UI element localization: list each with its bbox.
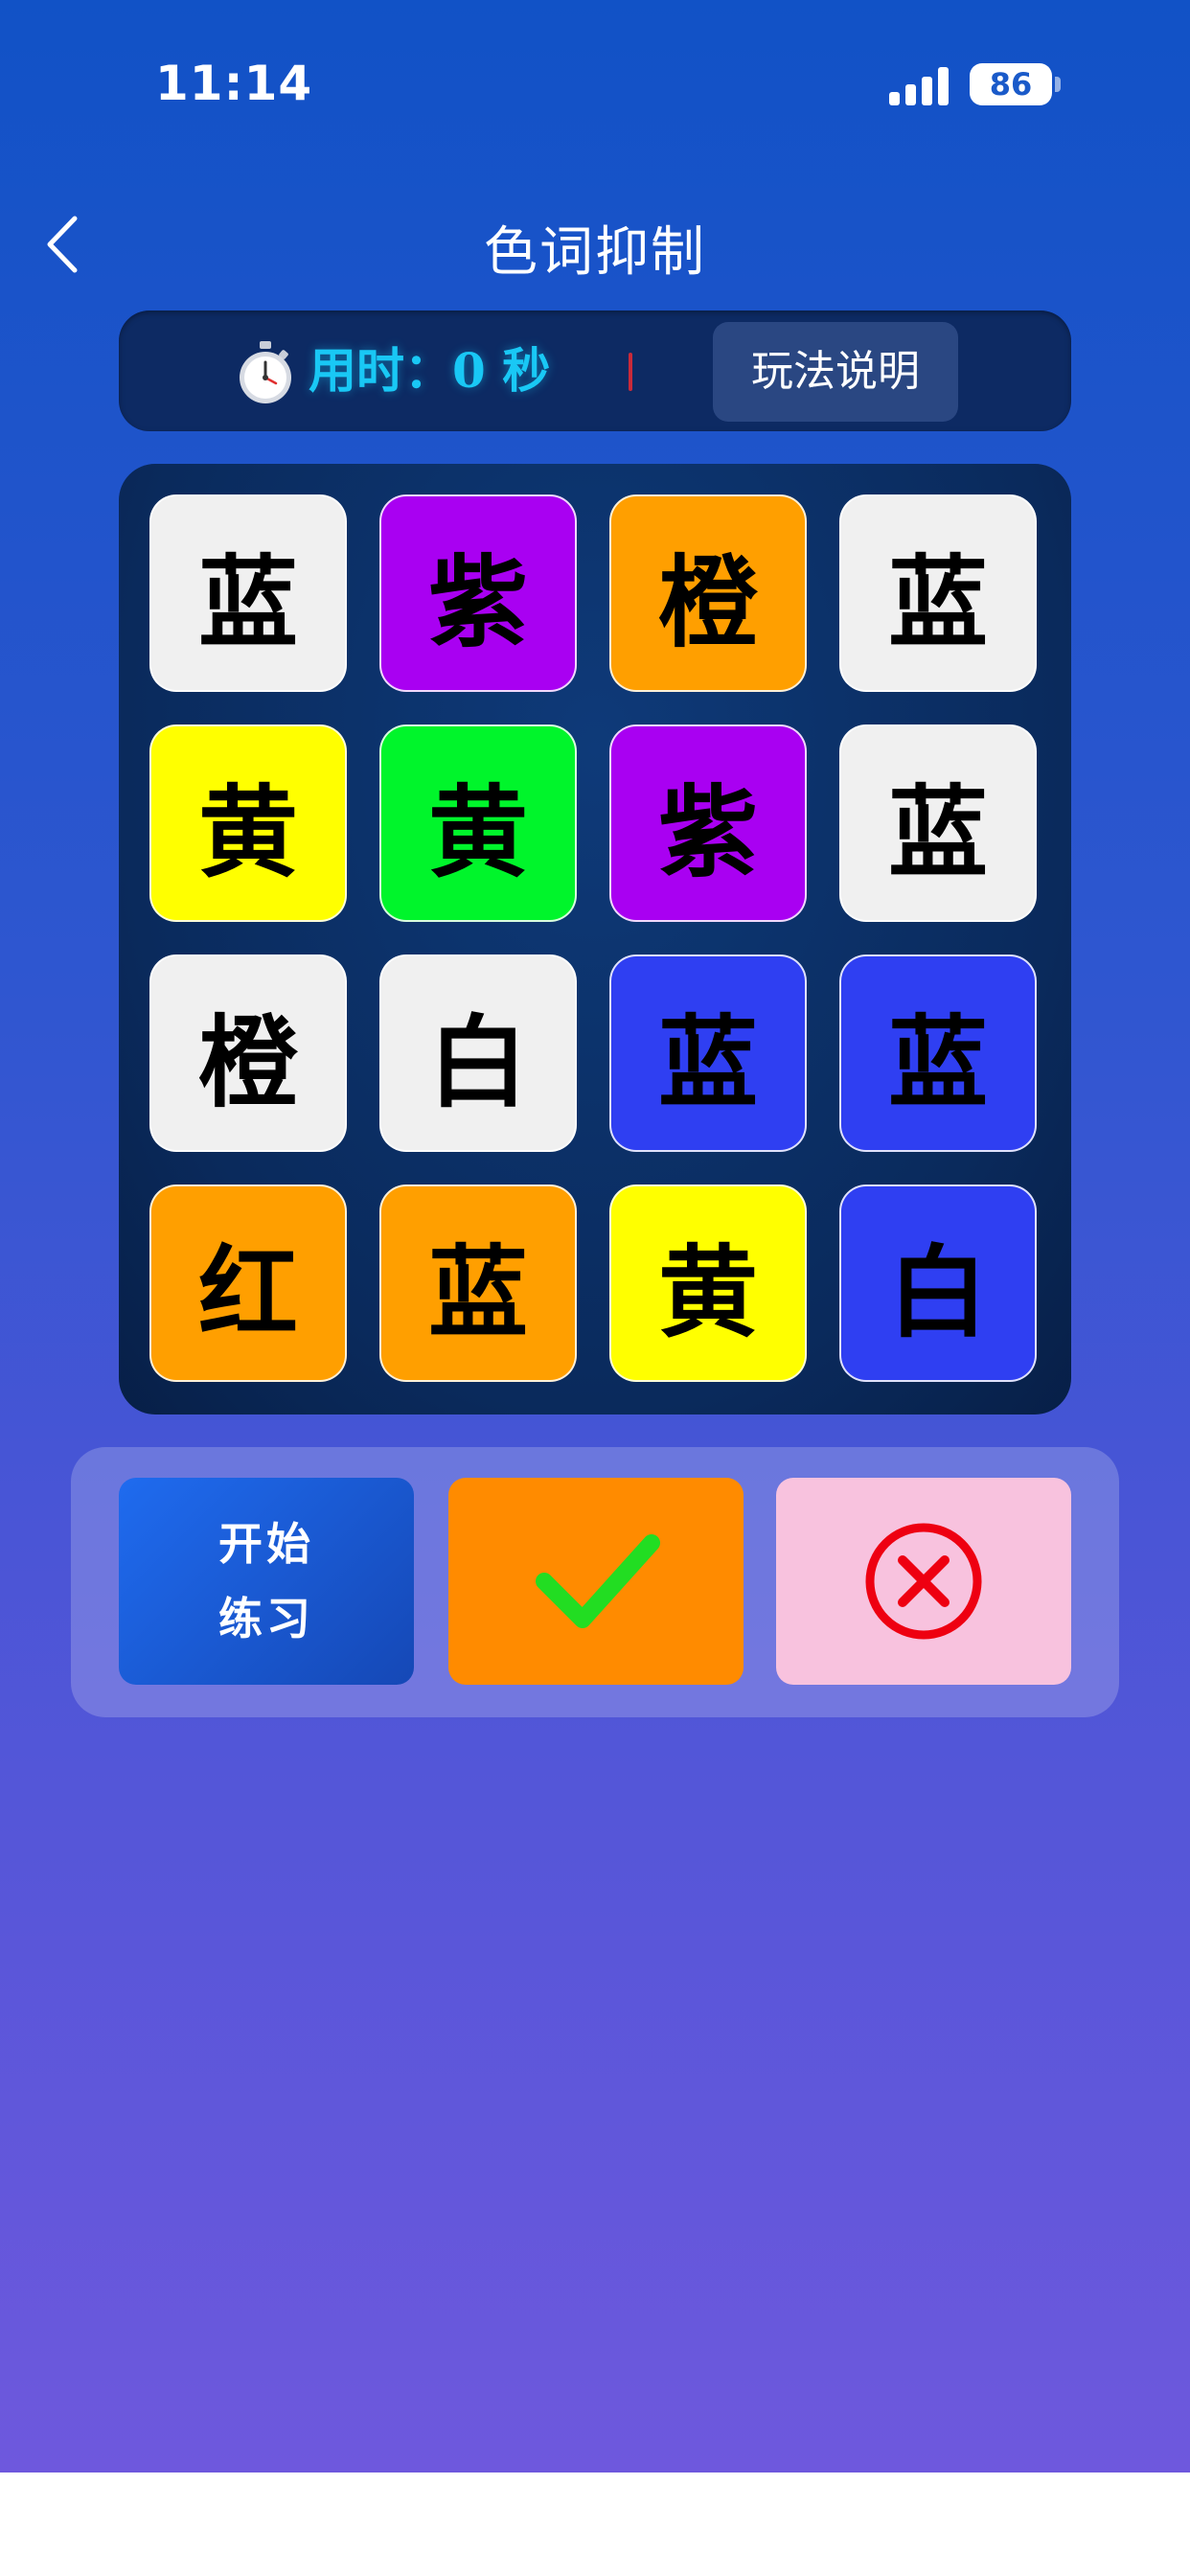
start-label-line2: 练习 [218, 1593, 314, 1644]
word-tile[interactable]: 白 [379, 954, 577, 1152]
word-tile[interactable]: 黄 [609, 1184, 807, 1382]
signal-icon [889, 67, 950, 105]
status-bar: 11:14 86 [0, 0, 1190, 163]
word-tile[interactable]: 黄 [379, 724, 577, 922]
timer-readout: 用时：0 秒 [309, 339, 550, 402]
word-tile[interactable]: 蓝 [149, 494, 347, 692]
stopwatch-icon [240, 341, 291, 403]
close-circle-icon [865, 1523, 982, 1640]
word-tile[interactable]: 蓝 [839, 724, 1037, 922]
status-time: 11:14 [155, 56, 313, 111]
check-icon [536, 1534, 660, 1628]
word-tile[interactable]: 紫 [609, 724, 807, 922]
word-tile[interactable]: 黄 [149, 724, 347, 922]
battery-tip [1055, 77, 1061, 92]
timer-label: 用时： [309, 342, 452, 399]
timer-value: 0 [452, 342, 486, 399]
word-grid: 蓝紫橙蓝黄黄紫蓝橙白蓝蓝红蓝黄白 [119, 464, 1071, 1414]
timer-unit: 秒 [502, 342, 551, 399]
nav-bar: 色词抑制 [0, 192, 1190, 297]
timer-divider [629, 353, 632, 391]
app-screen: 11:14 86 色词抑制 用时：0 秒 玩法说明 蓝 紫 橙 蓝 黄 黄 紫 … [0, 0, 1190, 2472]
word-tile[interactable]: 蓝 [839, 494, 1037, 692]
word-tile[interactable]: 橙 [149, 954, 347, 1152]
confirm-button[interactable] [448, 1478, 744, 1685]
start-label-line1: 开始 [218, 1518, 314, 1570]
word-tile[interactable]: 蓝 [609, 954, 807, 1152]
start-practice-button[interactable]: 开始 练习 [119, 1478, 414, 1685]
page-title: 色词抑制 [484, 221, 706, 284]
rules-button[interactable]: 玩法说明 [713, 322, 958, 422]
word-tile[interactable]: 蓝 [839, 954, 1037, 1152]
word-tile[interactable]: 紫 [379, 494, 577, 692]
word-tile[interactable]: 橙 [609, 494, 807, 692]
word-tile[interactable]: 蓝 [379, 1184, 577, 1382]
timer-bar: 用时：0 秒 玩法说明 [119, 310, 1071, 431]
word-tile[interactable]: 红 [149, 1184, 347, 1382]
battery-icon: 86 [970, 63, 1052, 105]
word-tile[interactable]: 白 [839, 1184, 1037, 1382]
controls-panel: 开始 练习 [71, 1447, 1119, 1717]
reject-button[interactable] [776, 1478, 1071, 1685]
